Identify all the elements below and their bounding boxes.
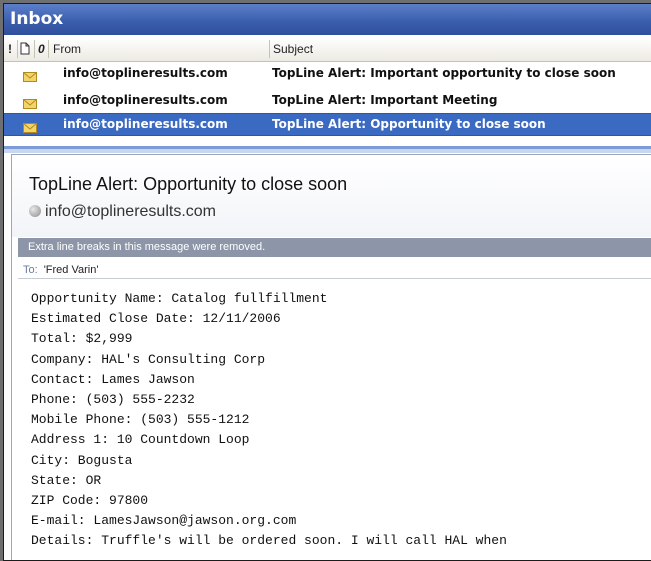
envelope-icon [23,119,37,133]
body-line: City: Bogusta [31,452,133,468]
body-line: State: OR [31,472,102,488]
body-line: Opportunity Name: Catalog fullfillment [31,291,328,306]
message-body: Opportunity Name: Catalog fullfillment E… [31,289,507,552]
attachment-column-icon[interactable]: 0 [38,42,45,56]
body-line: Total: $2,999 [31,331,133,347]
message-row[interactable]: info@toplineresults.com TopLine Alert: I… [4,90,651,111]
message-from: info@toplineresults.com [63,117,228,131]
to-label: To: [23,264,38,276]
message-sender[interactable]: info@toplineresults.com [29,203,216,221]
column-header: ! 0 From Subject [4,37,651,62]
presence-icon [29,205,41,217]
item-type-column-icon[interactable] [20,42,30,58]
message-subject: TopLine Alert: Important opportunity to … [272,66,616,80]
column-separator [269,40,270,58]
envelope-icon [23,68,37,82]
sender-address: info@toplineresults.com [45,203,216,220]
outlook-window: Inbox ! 0 From Subject info@toplineresul… [3,3,651,561]
from-column-header[interactable]: From [53,42,81,56]
body-line: Estimated Close Date: 12/11/2006 [31,311,281,327]
message-from: info@toplineresults.com [63,66,228,80]
column-separator [17,40,18,58]
inbox-title: Inbox [10,9,64,29]
message-from: info@toplineresults.com [63,93,228,107]
message-title: TopLine Alert: Opportunity to close soon [29,174,348,194]
subject-column-header[interactable]: Subject [273,42,313,56]
reading-pane: TopLine Alert: Opportunity to close soon… [11,154,651,560]
body-line: Contact: Lames Jawson [31,371,195,387]
message-row[interactable]: info@toplineresults.com TopLine Alert: I… [4,63,651,84]
body-line: Address 1: 10 Countdown Loop [31,432,250,448]
body-line: ZIP Code: 97800 [31,493,149,509]
message-row-selected[interactable]: info@toplineresults.com TopLine Alert: O… [4,113,651,136]
body-line: E-mail: LamesJawson@jawson.org.com [31,513,297,529]
message-subject: TopLine Alert: Opportunity to close soon [272,117,546,131]
body-line: Phone: (503) 555-2232 [31,392,195,408]
column-separator [34,40,35,58]
to-recipient[interactable]: 'Fred Varin' [44,264,99,276]
info-bar[interactable]: Extra line breaks in this message were r… [18,238,651,257]
body-line: Mobile Phone: (503) 555-1212 [31,412,250,428]
message-subject: TopLine Alert: Important Meeting [272,93,498,107]
envelope-icon [23,95,37,109]
body-line: Details: Truffle's will be ordered soon.… [31,533,507,549]
column-separator [48,40,49,58]
reading-pane-header: TopLine Alert: Opportunity to close soon… [12,155,651,237]
to-line: To: 'Fred Varin' [18,261,651,279]
importance-column-icon[interactable]: ! [8,42,12,56]
inbox-title-bar: Inbox [4,4,651,35]
pane-splitter-shadow [4,149,651,153]
body-line: Company: HAL's Consulting Corp [31,351,266,367]
